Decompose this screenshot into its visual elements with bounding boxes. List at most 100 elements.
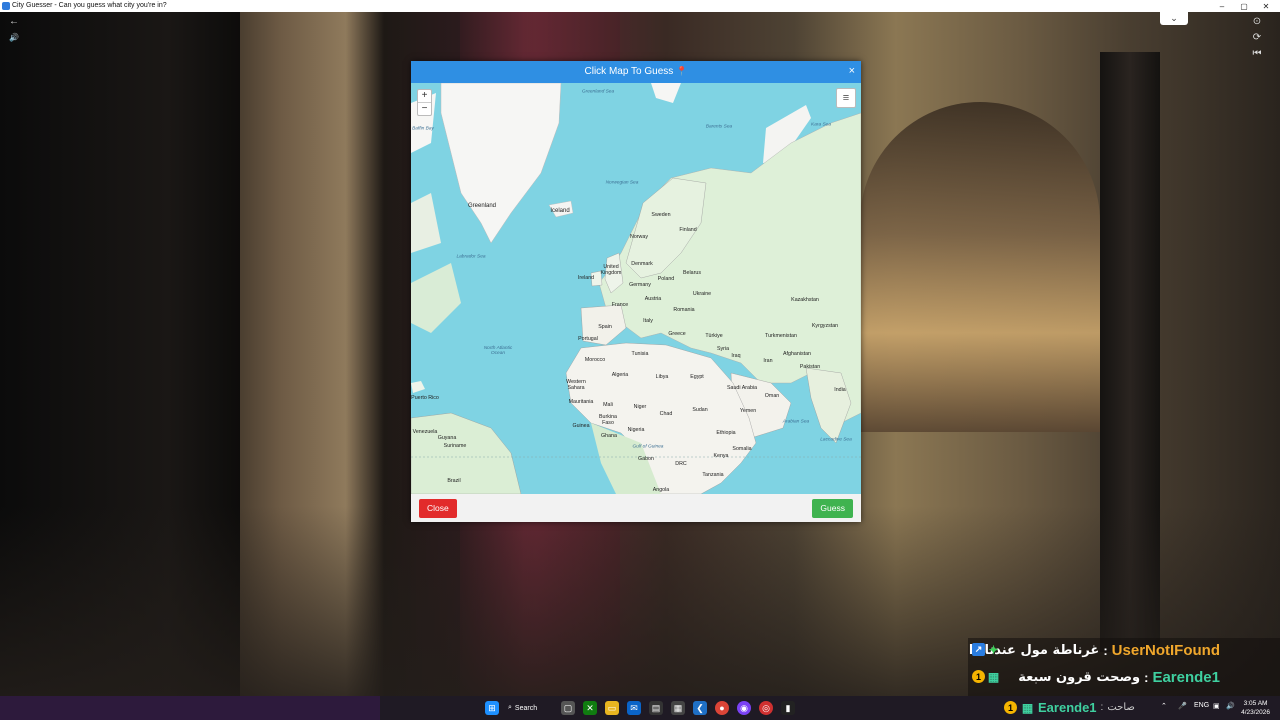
window-title: City Guesser - Can you guess what city y…: [12, 2, 167, 9]
mail-icon[interactable]: ✉: [627, 701, 641, 715]
map-label: Romania: [673, 307, 695, 313]
map-label: Sweden: [651, 212, 671, 218]
map-label: Saudi Arabia: [726, 385, 758, 391]
map-label: Norway: [630, 234, 648, 240]
guess-map-modal: Click Map To Guess 📍 × + − ≡ Greenland S…: [411, 61, 861, 522]
map-label: Greenland: [467, 203, 497, 209]
map-label: India: [834, 387, 846, 393]
map-label: Puerto Rico: [411, 395, 439, 401]
close-window-button[interactable]: ✕: [1256, 0, 1276, 12]
chrome-icon[interactable]: ●: [715, 701, 729, 715]
map-label: Ghana: [601, 433, 617, 439]
map-label: Libya: [655, 374, 669, 380]
guess-map[interactable]: + − ≡ Greenland Sea Barents Sea Kara Sea…: [411, 83, 861, 494]
network-icon[interactable]: ▣: [1213, 702, 1220, 710]
map-label: Arabian Sea: [782, 419, 810, 425]
map-label: Guinea: [572, 423, 590, 429]
chat-separator: :: [1144, 669, 1149, 685]
taskbar-search[interactable]: ⌕ Search: [508, 700, 552, 716]
map-label: Ethiopia: [716, 430, 736, 436]
map-label: United Kingdom: [600, 264, 622, 276]
chat-message: وصحت قرون سبعة : Earende1: [1018, 665, 1220, 689]
map-label: Syria: [716, 346, 730, 352]
sound-icon[interactable]: 🔊: [7, 30, 21, 44]
map-label: Ireland: [577, 275, 595, 281]
badge-icon: 1: [1004, 701, 1017, 714]
tray-chevron-icon[interactable]: ⌃: [1161, 702, 1167, 710]
map-label: Morocco: [584, 357, 606, 363]
calculator-icon[interactable]: ▦: [671, 701, 685, 715]
back-arrow-icon[interactable]: ←: [7, 14, 21, 28]
map-label: Kyrgyzstan: [811, 323, 839, 329]
start-icon[interactable]: ⊞: [485, 701, 499, 715]
discord-icon[interactable]: ◉: [737, 701, 751, 715]
map-label: Western Sahara: [566, 379, 586, 391]
refresh-icon[interactable]: ⟳: [1250, 30, 1264, 44]
restart-icon[interactable]: ⏮: [1250, 46, 1264, 60]
map-label: Afghanistan: [783, 351, 811, 357]
map-label: Labrador Sea: [456, 254, 486, 260]
guess-button[interactable]: Guess: [812, 499, 853, 518]
map-pin-icon: 📍: [676, 66, 688, 76]
vscode-icon[interactable]: ❮: [693, 701, 707, 715]
map-label: Guyana: [437, 435, 457, 441]
map-label: Portugal: [578, 336, 598, 342]
stream-chat-overlay: غرناطة مول عندنا ذا : UserNotIFound ↗ ✦ …: [968, 638, 1280, 696]
xbox-icon[interactable]: ✕: [583, 701, 597, 715]
map-label: Austria: [644, 296, 662, 302]
map-label: Poland: [657, 276, 675, 282]
map-label: Sudan: [692, 407, 708, 413]
app-icon[interactable]: ▤: [649, 701, 663, 715]
map-label: Turkmenistan: [765, 333, 797, 339]
chat-separator: :: [1103, 642, 1108, 658]
map-label: Chad: [659, 411, 673, 417]
zoom-out-button[interactable]: −: [418, 102, 431, 115]
chat-message-text: وصحت قرون سبعة: [1018, 669, 1141, 685]
window-titlebar: City Guesser - Can you guess what city y…: [0, 0, 1280, 12]
language-indicator[interactable]: ENG: [1194, 702, 1209, 709]
modal-footer: Close Guess: [411, 494, 861, 522]
badge-icon: ▦: [1021, 700, 1034, 715]
zoom-control: + −: [417, 89, 432, 116]
map-label: Kara Sea: [810, 122, 832, 128]
chat-username: UserNotIFound: [1111, 641, 1220, 659]
clock-time: 3:05 AM: [1243, 700, 1268, 707]
map-label: Barents Sea: [705, 124, 733, 130]
map-label: Nigeria: [627, 427, 645, 433]
badge-icon: ▦: [987, 669, 1000, 684]
map-label: Italy: [643, 318, 653, 324]
target-icon[interactable]: ⊙: [1250, 14, 1264, 28]
taskbar-chat-ticker: 1 ▦ Earende1 : صاحت: [1004, 700, 1135, 715]
map-label: Niger: [633, 404, 647, 410]
terminal-icon[interactable]: ▮: [781, 701, 795, 715]
taskbar-panel: [0, 696, 380, 720]
map-label: Gulf of Guinea: [632, 444, 664, 450]
map-label: Greenland Sea: [581, 89, 615, 95]
map-label: Pakistan: [799, 364, 821, 370]
modal-header: Click Map To Guess 📍 ×: [411, 61, 861, 83]
chat-username: Earende1: [1038, 700, 1097, 715]
volume-icon[interactable]: 🔊: [1226, 702, 1235, 710]
map-label: Gabon: [638, 456, 654, 462]
map-label: Angola: [652, 487, 670, 493]
map-label: Kazakhstan: [791, 297, 819, 303]
zoom-in-button[interactable]: +: [418, 90, 431, 102]
map-label: Oman: [764, 393, 780, 399]
close-button[interactable]: Close: [419, 499, 457, 518]
task-view-icon[interactable]: ▢: [561, 701, 575, 715]
minimize-button[interactable]: –: [1212, 0, 1232, 12]
badge-icon: ↗: [972, 643, 985, 656]
system-clock[interactable]: 3:05 AM 4/23/2026: [1241, 699, 1270, 717]
modal-title: Click Map To Guess 📍: [411, 66, 861, 77]
obs-icon[interactable]: ◎: [759, 701, 773, 715]
taskbar: ⊞ ⌕ Search ▢ ✕ ▭ ✉ ▤ ▦ ❮ ● ◉ ◎ ▮ 1 ▦ Ear…: [0, 696, 1280, 720]
maximize-button[interactable]: ▢: [1234, 0, 1254, 12]
modal-close-icon[interactable]: ×: [849, 65, 855, 77]
file-explorer-icon[interactable]: ▭: [605, 701, 619, 715]
collapse-panel-button[interactable]: ⌄: [1160, 12, 1188, 25]
clock-date: 4/23/2026: [1241, 709, 1270, 716]
map-label: DRC: [675, 461, 687, 467]
microphone-icon[interactable]: 🎤: [1178, 702, 1187, 710]
badge-icon: 1: [972, 670, 985, 683]
layers-button[interactable]: ≡: [836, 88, 856, 108]
